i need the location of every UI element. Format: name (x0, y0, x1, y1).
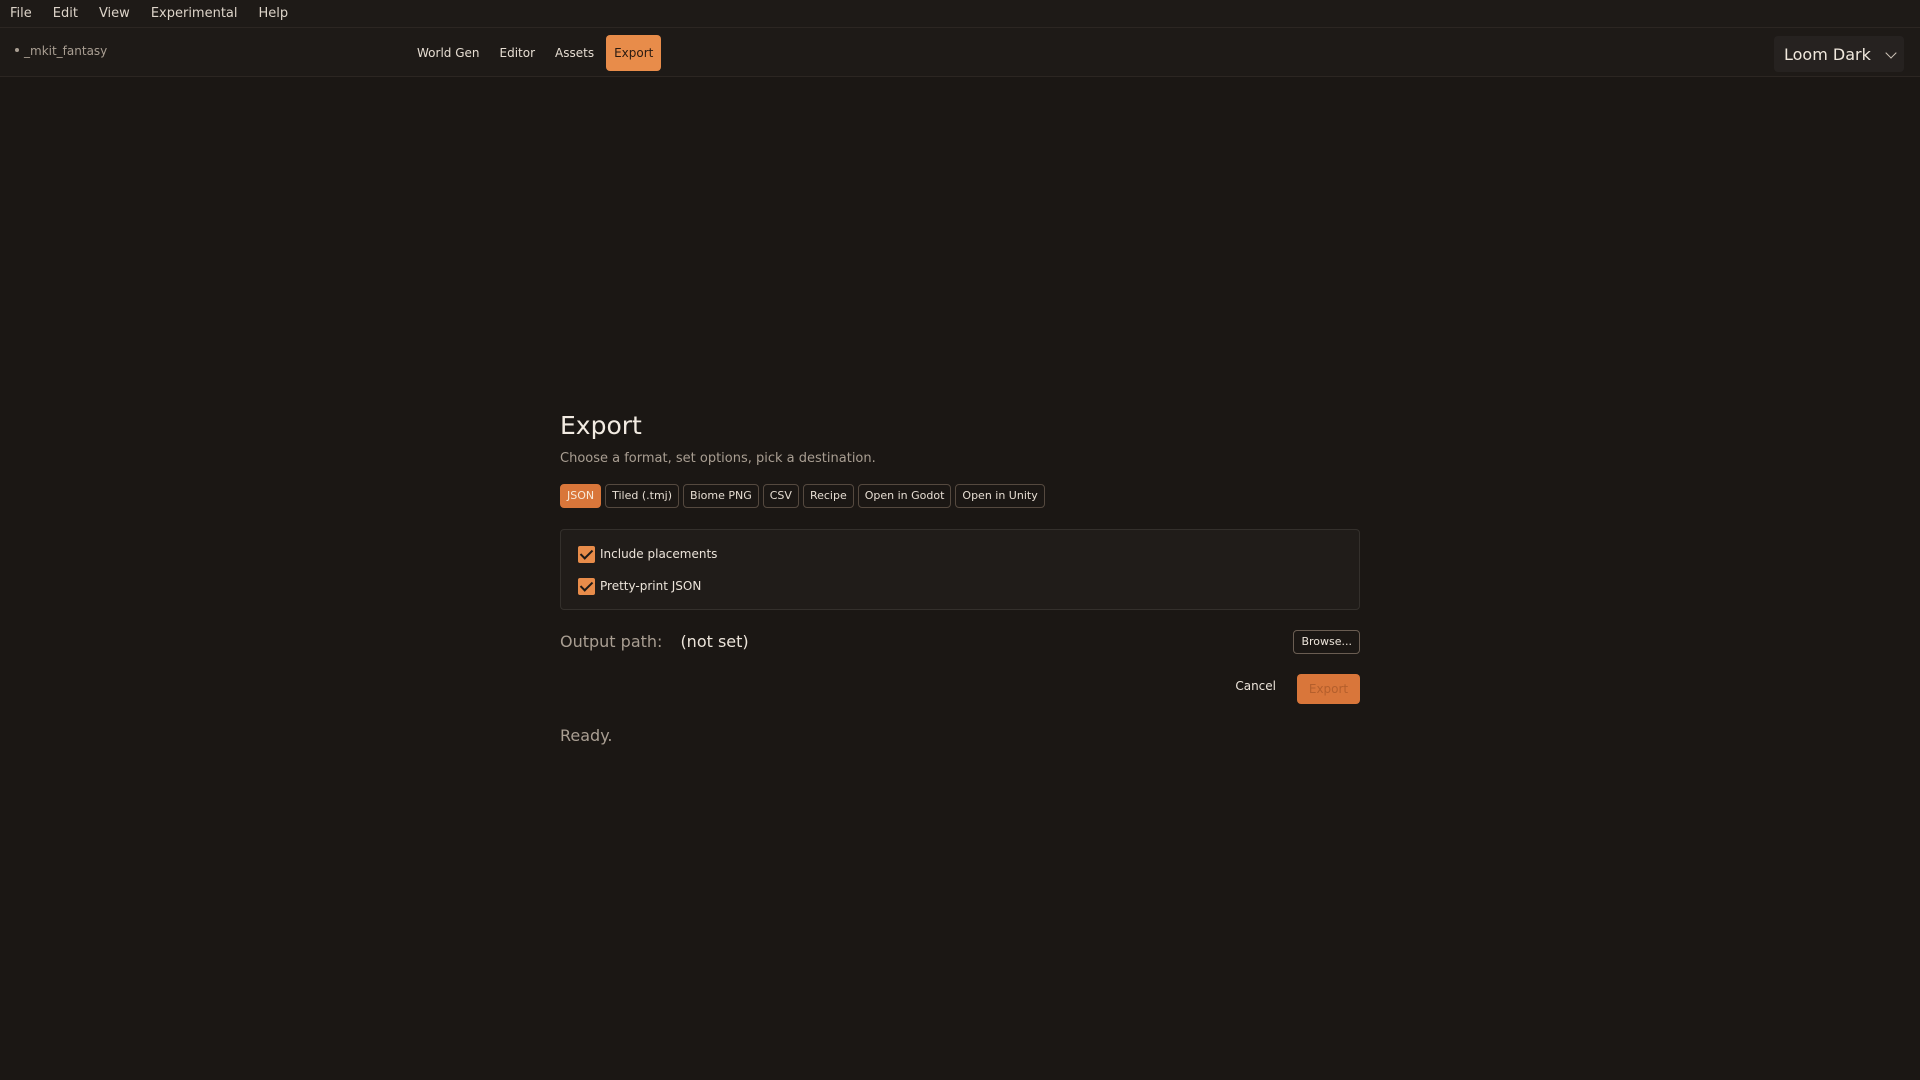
toolbar: _mkit_fantasy World Gen Editor Assets Ex… (0, 28, 1920, 77)
option-include-placements[interactable]: Include placements (578, 544, 1359, 564)
pretty-print-checkbox[interactable] (578, 577, 595, 595)
tab-editor[interactable]: Editor (492, 35, 544, 71)
output-path-row: Output path: (not set) Browse... (560, 628, 1360, 654)
action-row: Cancel Export (560, 674, 1360, 704)
include-placements-label: Include placements (600, 547, 718, 561)
chevron-down-icon (1885, 47, 1897, 59)
page-title: Export (560, 411, 642, 440)
menu-edit[interactable]: Edit (53, 6, 78, 21)
menu-file[interactable]: File (10, 6, 32, 21)
format-selector: JSON Tiled (.tmj) Biome PNG CSV Recipe O… (560, 484, 1360, 508)
project-name: _mkit_fantasy (15, 44, 107, 58)
theme-dropdown-value: Loom Dark (1784, 44, 1871, 64)
option-pretty-print[interactable]: Pretty-print JSON (578, 576, 1359, 596)
menu-bar: File Edit View Experimental Help (0, 0, 1920, 28)
page-subtitle: Choose a format, set options, pick a des… (560, 451, 876, 466)
pretty-print-label: Pretty-print JSON (600, 579, 702, 593)
format-unity-button[interactable]: Open in Unity (955, 484, 1045, 508)
menu-view[interactable]: View (99, 6, 130, 21)
format-json-button[interactable]: JSON (560, 484, 602, 508)
tab-assets[interactable]: Assets (547, 35, 602, 71)
export-panel: Export Choose a format, set options, pic… (560, 408, 1360, 745)
tab-world-gen[interactable]: World Gen (409, 35, 488, 71)
format-recipe-button[interactable]: Recipe (802, 484, 854, 508)
options-box: Include placements Pretty-print JSON (560, 529, 1360, 610)
status-text: Ready. (560, 726, 613, 745)
output-path-label: Output path: (560, 631, 663, 651)
format-tiled-button[interactable]: Tiled (.tmj) (605, 484, 680, 508)
format-biome-png-button[interactable]: Biome PNG (683, 484, 759, 508)
menu-help[interactable]: Help (259, 6, 289, 21)
project-name-label: _mkit_fantasy (24, 44, 108, 58)
browse-button[interactable]: Browse... (1293, 630, 1360, 654)
cancel-button[interactable]: Cancel (1235, 679, 1276, 693)
format-godot-button[interactable]: Open in Godot (857, 484, 952, 508)
menu-experimental[interactable]: Experimental (151, 6, 238, 21)
unsaved-dot-icon (15, 47, 19, 52)
export-button[interactable]: Export (1297, 674, 1360, 704)
format-csv-button[interactable]: CSV (762, 484, 799, 508)
tab-export[interactable]: Export (606, 34, 662, 71)
mode-tabs: World Gen Editor Assets Export (409, 34, 665, 71)
output-path-value: (not set) (680, 631, 749, 651)
theme-dropdown[interactable]: Loom Dark (1774, 36, 1904, 72)
include-placements-checkbox[interactable] (578, 545, 595, 563)
